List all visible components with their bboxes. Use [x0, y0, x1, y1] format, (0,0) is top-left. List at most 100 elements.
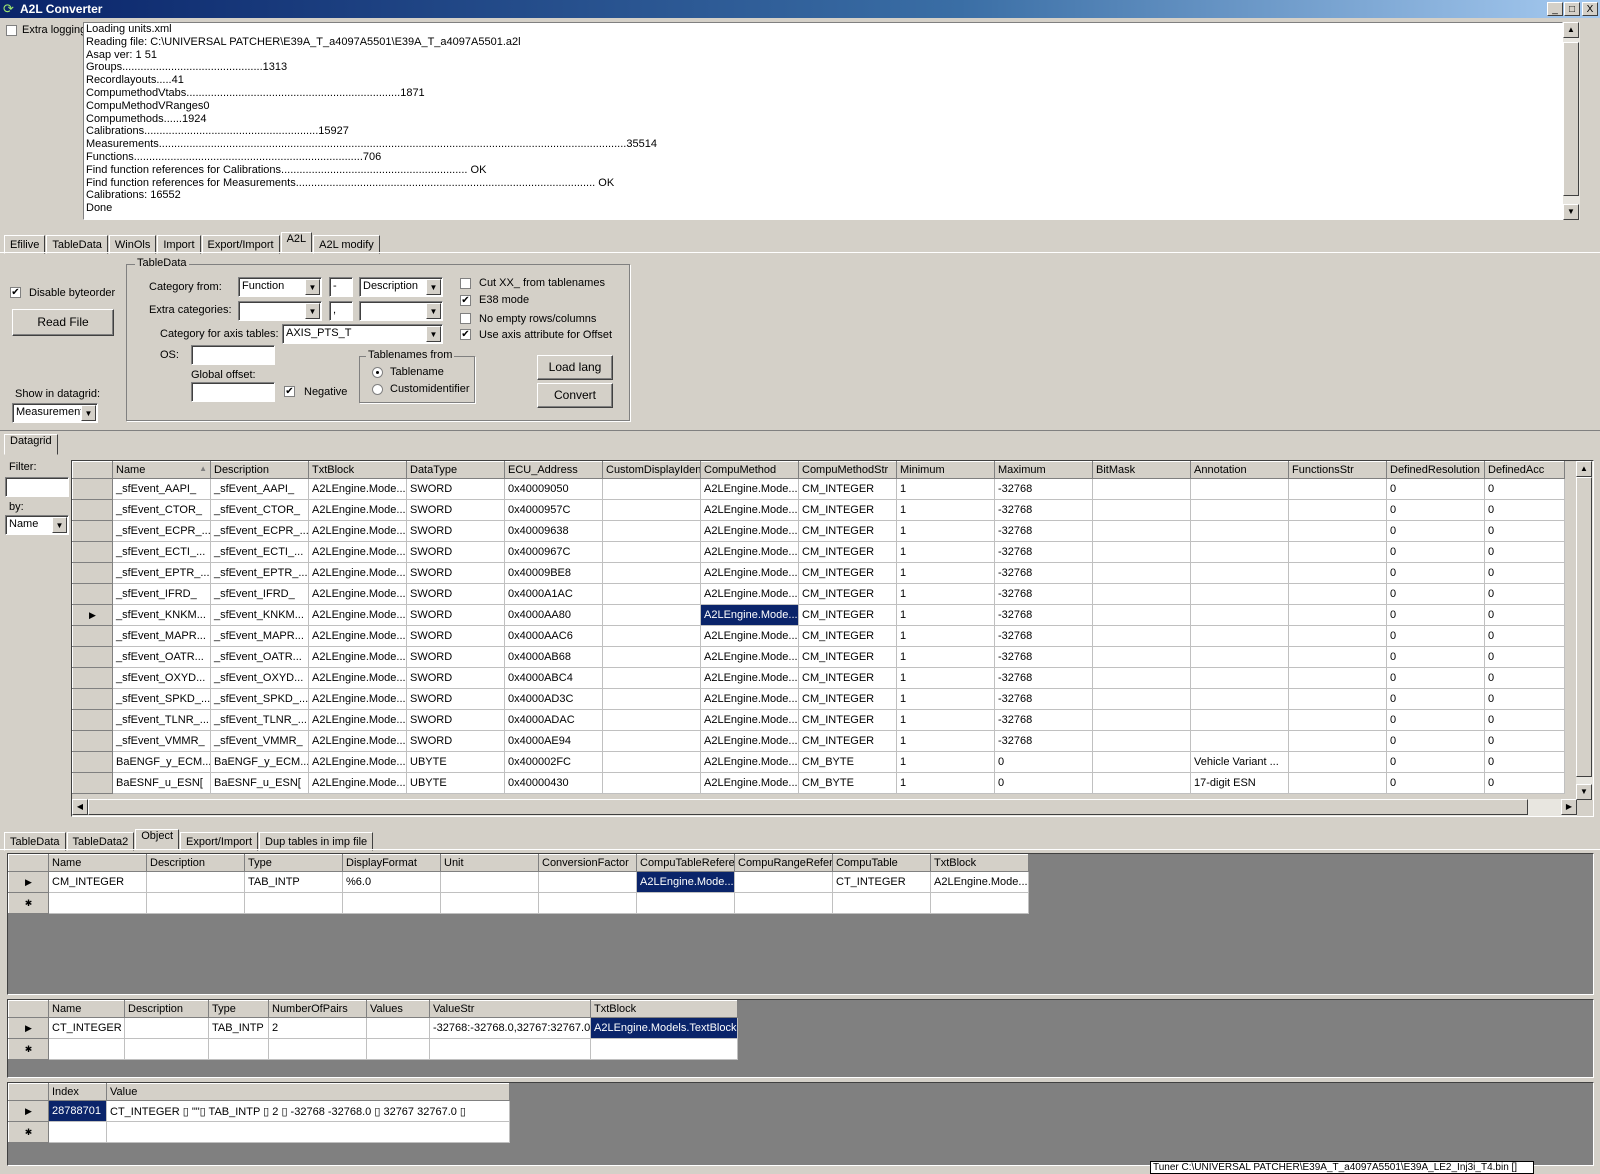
tab-object[interactable]: Object [135, 829, 179, 850]
cell-maximum[interactable]: -32768 [994, 646, 1093, 668]
column-header-functionsstr[interactable]: FunctionsStr [1288, 461, 1387, 479]
new-row-cell[interactable] [734, 892, 833, 914]
cell-definedresolution[interactable]: 0 [1386, 730, 1485, 752]
cell-description[interactable]: _sfEvent_TLNR_... [210, 709, 309, 731]
log-textbox[interactable]: Loading units.xml Reading file: C:\UNIVER… [83, 22, 1563, 220]
cell-compurangerefer[interactable] [734, 871, 833, 893]
cell-customdisplayiden[interactable] [602, 478, 701, 500]
main-grid-vscroll[interactable]: ▲ ▼ [1576, 461, 1593, 800]
column-header-description[interactable]: Description [146, 854, 245, 872]
cell-annotation[interactable] [1190, 625, 1289, 647]
row-header[interactable]: ▶ [72, 604, 113, 626]
os-input[interactable] [191, 345, 275, 365]
load-lang-button[interactable]: Load lang [537, 355, 613, 380]
cell-customdisplayiden[interactable] [602, 583, 701, 605]
cell-values[interactable] [366, 1017, 430, 1039]
cell-definedacc[interactable]: 0 [1484, 520, 1565, 542]
column-header-name[interactable]: Name ▲ [112, 461, 211, 479]
chevron-down-icon[interactable]: ▼ [426, 279, 441, 295]
cell-txtblock[interactable]: A2LEngine.Mode... [308, 478, 407, 500]
cell-ecu-address[interactable]: 0x40009638 [504, 520, 603, 542]
new-row-cell[interactable] [106, 1121, 510, 1143]
cell-compumethodstr[interactable]: CM_INTEGER [798, 520, 897, 542]
cell-datatype[interactable]: SWORD [406, 667, 505, 689]
cell-compumethod[interactable]: A2LEngine.Mode... [700, 625, 799, 647]
column-header-maximum[interactable]: Maximum [994, 461, 1093, 479]
column-header-computable[interactable]: CompuTable [832, 854, 931, 872]
extra-categories2-select[interactable]: ▼ [359, 301, 443, 321]
cell-customdisplayiden[interactable] [602, 772, 701, 794]
cell-type[interactable]: TAB_INTP [244, 871, 343, 893]
cell-maximum[interactable]: -32768 [994, 562, 1093, 584]
cell-txtblock[interactable]: A2LEngine.Mode... [308, 541, 407, 563]
column-header-compumethod[interactable]: CompuMethod [700, 461, 799, 479]
cell-definedacc[interactable]: 0 [1484, 478, 1565, 500]
table-row[interactable]: _sfEvent_AAPI_ _sfEvent_AAPI_ A2LEngine.Mo… [72, 478, 1565, 500]
cell-definedresolution[interactable]: 0 [1386, 772, 1485, 794]
cell-compumethod[interactable]: A2LEngine.Mode... [700, 730, 799, 752]
new-row-cell[interactable] [48, 1038, 125, 1060]
new-row[interactable]: ✱ [8, 1121, 510, 1143]
cell-datatype[interactable]: UBYTE [406, 772, 505, 794]
cell-functionsstr[interactable] [1288, 646, 1387, 668]
cell-bitmask[interactable] [1092, 667, 1191, 689]
row-header[interactable] [72, 541, 113, 563]
cell-description[interactable]: _sfEvent_ECTI_... [210, 541, 309, 563]
cell-name[interactable]: _sfEvent_AAPI_ [112, 478, 211, 500]
cell-compumethod[interactable]: A2LEngine.Mode... [700, 520, 799, 542]
new-row[interactable]: ✱ [8, 892, 1029, 914]
cell-maximum[interactable]: -32768 [994, 625, 1093, 647]
cell-customdisplayiden[interactable] [602, 499, 701, 521]
cell-customdisplayiden[interactable] [602, 646, 701, 668]
new-row-cell[interactable] [48, 1121, 107, 1143]
cell-bitmask[interactable] [1092, 625, 1191, 647]
cell-customdisplayiden[interactable] [602, 562, 701, 584]
cell-description[interactable]: _sfEvent_MAPR... [210, 625, 309, 647]
cell-description[interactable]: _sfEvent_AAPI_ [210, 478, 309, 500]
cell-compumethodstr[interactable]: CM_INTEGER [798, 478, 897, 500]
cell-compumethodstr[interactable]: CM_BYTE [798, 772, 897, 794]
row-header[interactable] [72, 751, 113, 773]
table-row[interactable]: ▶ _sfEvent_KNKM... _sfEvent_KNKM... A2LEngi… [72, 604, 1565, 626]
cell-conversionfactor[interactable] [538, 871, 637, 893]
cell-txtblock[interactable]: A2LEngine.Mode... [308, 667, 407, 689]
cell-txtblock[interactable]: A2LEngine.Mode... [308, 751, 407, 773]
table-row[interactable]: ▶ 28788701 CT_INTEGER ▯ ""▯ TAB_INTP ▯ 2 ▯… [8, 1100, 510, 1122]
table-row[interactable]: _sfEvent_VMMR_ _sfEvent_VMMR_ A2LEngine.Mo… [72, 730, 1565, 752]
table-row[interactable]: _sfEvent_ECTI_... _sfEvent_ECTI_... A2LEng… [72, 541, 1565, 563]
cell-maximum[interactable]: -32768 [994, 709, 1093, 731]
row-header[interactable] [72, 583, 113, 605]
cell-description[interactable] [124, 1017, 209, 1039]
cell-ecu-address[interactable]: 0x400002FC [504, 751, 603, 773]
cell-valuestr[interactable]: -32768:-32768.0,32767:32767.0 [429, 1017, 591, 1039]
cell-annotation[interactable] [1190, 709, 1289, 731]
cell-maximum[interactable]: -32768 [994, 604, 1093, 626]
column-header-annotation[interactable]: Annotation [1190, 461, 1289, 479]
disable-byteorder-checkbox[interactable]: ✔ [10, 287, 21, 298]
cell-txtblock[interactable]: A2LEngine.Mode... [308, 730, 407, 752]
cell-ecu-address[interactable]: 0x4000AE94 [504, 730, 603, 752]
cell-annotation[interactable] [1190, 667, 1289, 689]
read-file-button[interactable]: Read File [12, 309, 114, 336]
cell-definedacc[interactable]: 0 [1484, 751, 1565, 773]
cell-compumethod[interactable]: A2LEngine.Mode... [700, 772, 799, 794]
cell-name[interactable]: _sfEvent_CTOR_ [112, 499, 211, 521]
cell-txtblock[interactable]: A2LEngine.Mode... [308, 646, 407, 668]
cell-compumethodstr[interactable]: CM_INTEGER [798, 583, 897, 605]
column-header-datatype[interactable]: DataType [406, 461, 505, 479]
row-header[interactable] [72, 646, 113, 668]
cell-maximum[interactable]: -32768 [994, 667, 1093, 689]
table-row[interactable]: _sfEvent_TLNR_... _sfEvent_TLNR_... A2LEng… [72, 709, 1565, 731]
cell-description[interactable]: _sfEvent_CTOR_ [210, 499, 309, 521]
global-offset-input[interactable] [191, 382, 275, 402]
cell-definedresolution[interactable]: 0 [1386, 751, 1485, 773]
column-header-txtblock[interactable]: TxtBlock [590, 1000, 738, 1018]
row-header[interactable] [72, 499, 113, 521]
cell-functionsstr[interactable] [1288, 730, 1387, 752]
radio-customidentifier[interactable] [372, 384, 383, 395]
cell-customdisplayiden[interactable] [602, 730, 701, 752]
cell-minimum[interactable]: 1 [896, 646, 995, 668]
column-header-value[interactable]: Value [106, 1083, 510, 1101]
row-header[interactable] [72, 562, 113, 584]
cell-annotation[interactable] [1190, 478, 1289, 500]
